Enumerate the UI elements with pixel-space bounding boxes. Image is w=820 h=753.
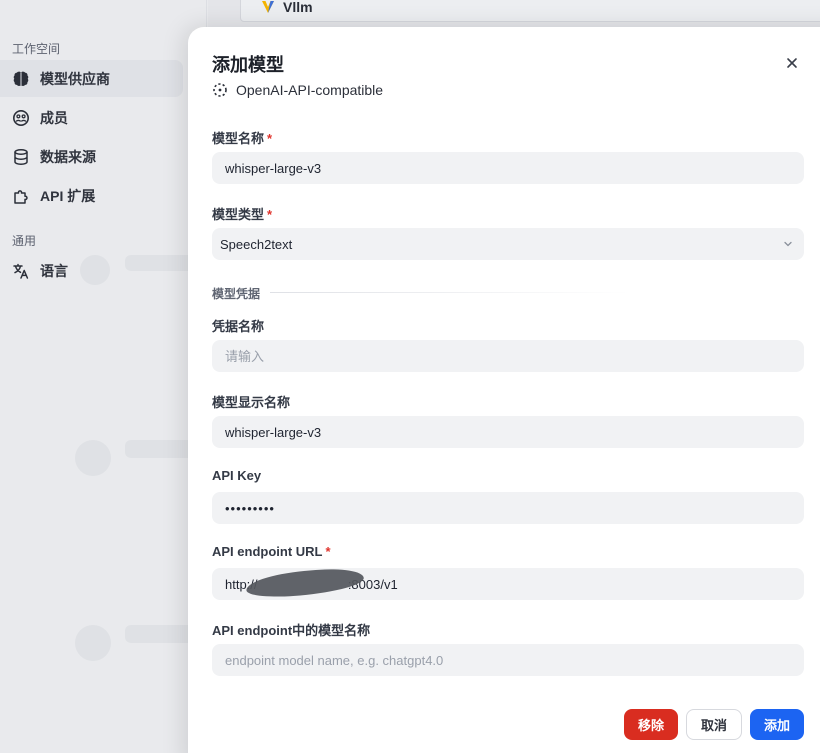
required-marker: * [325, 544, 331, 559]
chevron-down-icon [784, 241, 792, 247]
display-name-label: 模型显示名称 [212, 395, 291, 410]
members-icon [12, 109, 30, 127]
sidebar-item-members[interactable]: 成员 [0, 99, 183, 136]
sidebar-item-data-source[interactable]: 数据来源 [0, 138, 183, 175]
remove-button[interactable]: 移除 [624, 709, 678, 740]
api-key-input[interactable] [212, 492, 804, 524]
blurred-avatar [75, 625, 111, 661]
sidebar-item-api-extension[interactable]: API 扩展 [0, 177, 183, 214]
model-type-value: Speech2text [220, 236, 293, 252]
credential-name-label: 凭据名称 [212, 319, 265, 334]
endpoint-url-label: API endpoint URL * [212, 544, 331, 559]
openai-compatible-icon [213, 83, 227, 97]
credentials-section-label: 模型凭据 [212, 287, 261, 301]
required-marker: * [267, 131, 273, 146]
provider-name: OpenAI-API-compatible [236, 82, 384, 98]
blurred-avatar [75, 440, 111, 476]
model-name-label: 模型名称 * [212, 131, 273, 146]
sidebar-item-label: 数据来源 [40, 148, 96, 165]
sidebar-item-model-provider[interactable]: 模型供应商 [0, 60, 183, 97]
required-marker: * [267, 207, 273, 222]
puzzle-icon [12, 187, 30, 205]
database-icon [12, 148, 30, 166]
section-divider [270, 292, 630, 293]
model-type-label: 模型类型 * [212, 207, 273, 222]
endpoint-model-name-label: API endpoint中的模型名称 [212, 623, 371, 638]
blurred-text [125, 440, 195, 458]
close-icon [787, 58, 797, 68]
modal-title: 添加模型 [212, 55, 284, 75]
vllm-logo-icon [262, 1, 274, 13]
redaction-scribble [245, 565, 365, 601]
add-model-modal: 添加模型 OpenAI-API-compatible 模型名称* 模型类型* S… [188, 27, 820, 753]
blurred-text [125, 625, 195, 643]
close-button[interactable] [782, 53, 802, 73]
sidebar-item-label: 成员 [40, 109, 68, 126]
add-button[interactable]: 添加 [750, 709, 804, 740]
sidebar-item-label: 模型供应商 [40, 70, 110, 87]
brain-icon [12, 70, 30, 88]
sidebar-item-label: API 扩展 [40, 187, 96, 204]
general-section-label: 通用 [12, 234, 37, 248]
endpoint-url-input[interactable]: http:// :8003/v1 [212, 565, 804, 601]
blurred-avatar [80, 255, 110, 285]
cancel-button[interactable]: 取消 [686, 709, 742, 740]
display-name-input[interactable] [212, 416, 804, 448]
model-type-select[interactable]: Speech2text [212, 228, 804, 260]
api-key-label: API Key [212, 468, 262, 483]
sidebar-item-label: 语言 [40, 262, 68, 279]
provider-line: OpenAI-API-compatible [212, 82, 383, 98]
workspace-section-label: 工作空间 [12, 42, 61, 56]
blurred-text [125, 255, 195, 271]
provider-card-vllm[interactable]: Vllm [240, 0, 820, 22]
provider-name: Vllm [283, 0, 313, 15]
credential-name-input[interactable] [212, 340, 804, 372]
translate-icon [12, 262, 30, 280]
model-name-input[interactable] [212, 152, 804, 184]
endpoint-model-name-input[interactable] [212, 644, 804, 676]
